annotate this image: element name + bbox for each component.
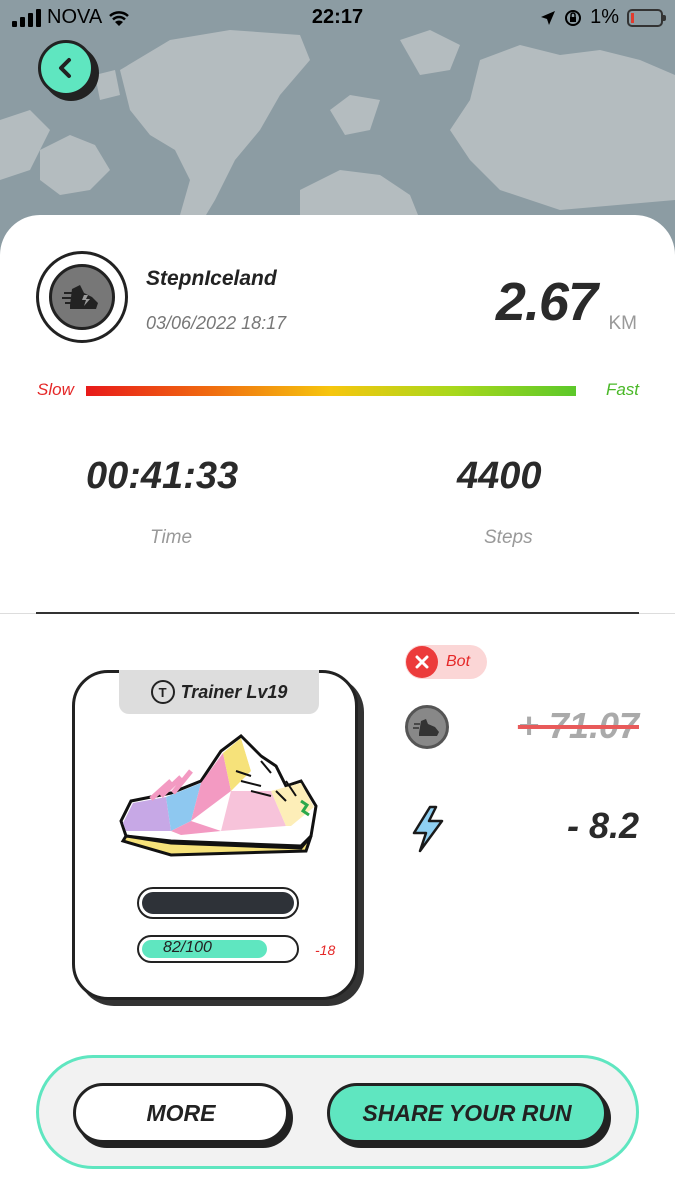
speed-slow-label: Slow: [37, 380, 74, 399]
sneaker-card[interactable]: T Trainer Lv19 82/100 -18: [72, 670, 358, 1000]
sneaker-icon: [62, 285, 98, 309]
action-bar: MORE SHARE YOUR RUN: [36, 1055, 639, 1169]
status-bar: NOVA 22:17 1%: [0, 0, 675, 34]
trainer-icon: T: [150, 680, 175, 704]
bot-label: Bot: [446, 653, 471, 670]
gst-reward-value: + 71.07: [517, 705, 639, 746]
sneaker-mint-bar: [137, 887, 299, 919]
speed-gradient-bar: [86, 386, 576, 396]
avatar[interactable]: [36, 251, 128, 343]
rotation-lock-icon: [565, 9, 582, 26]
section-divider-line: [36, 612, 639, 614]
close-icon: [406, 646, 438, 678]
battery-icon: [627, 8, 666, 27]
energy-bolt-icon: [412, 805, 444, 853]
distance-unit: KM: [608, 313, 638, 334]
chevron-left-icon: [59, 58, 71, 78]
back-button[interactable]: [38, 40, 94, 96]
time-value: 00:41:33: [86, 455, 239, 497]
share-run-button[interactable]: SHARE YOUR RUN: [327, 1083, 607, 1143]
sneaker-type-tag: T Trainer Lv19: [119, 670, 319, 714]
status-right: 1%: [540, 6, 666, 29]
sneaker-type-level: Trainer Lv19: [180, 681, 288, 702]
distance-value: 2.67: [495, 272, 598, 332]
bot-badge: Bot: [405, 645, 487, 679]
durability-bar: [137, 935, 299, 963]
more-button[interactable]: MORE: [73, 1083, 289, 1143]
sneaker-image: [119, 734, 318, 857]
time-label: Time: [150, 527, 193, 548]
steps-value: 4400: [457, 455, 542, 497]
durability-delta: -18: [315, 942, 336, 958]
battery-percent: 1%: [590, 6, 619, 28]
durability-value: 82/100: [163, 939, 212, 956]
speed-fast-label: Fast: [605, 380, 639, 399]
run-datetime: 03/06/2022 18:17: [146, 313, 287, 333]
gst-token-icon: [405, 705, 449, 749]
run-summary-card: StepnIceland 03/06/2022 18:17 2.67 KM Sl…: [0, 215, 675, 1200]
location-icon: [541, 10, 556, 25]
username: StepnIceland: [146, 267, 277, 290]
energy-spent-value: - 8.2: [566, 805, 639, 846]
steps-label: Steps: [484, 527, 533, 548]
